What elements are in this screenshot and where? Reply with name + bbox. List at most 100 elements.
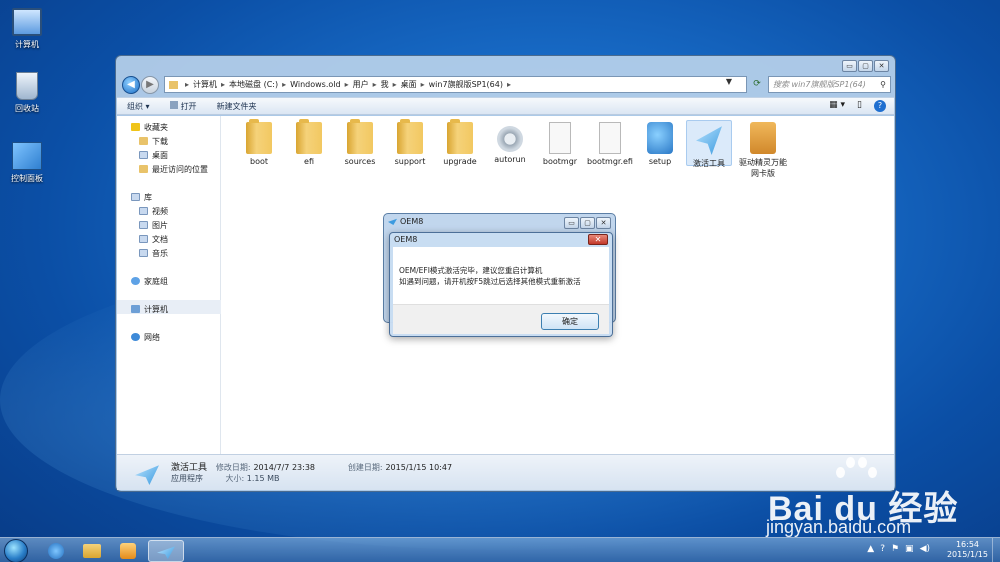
preview-pane-icon[interactable]: ▯ <box>857 100 862 112</box>
document-icon <box>139 235 148 243</box>
desktop-icon-recycle-bin[interactable]: 回收站 <box>2 72 52 114</box>
taskbar-app-oem8[interactable] <box>148 540 184 562</box>
refresh-icon[interactable]: ⟳ <box>749 76 765 93</box>
file-item-activation-tool[interactable]: 激活工具 <box>686 120 732 168</box>
downloads-icon <box>139 137 148 145</box>
chevron-down-icon[interactable]: ▼ <box>726 77 732 86</box>
oem8-message-dialog: OEM8 ✕ OEM/EFI模式激活完毕，建议您重启计算机 如遇到问题，请开机按… <box>389 232 613 337</box>
plane-icon <box>696 126 722 155</box>
breadcrumb-item[interactable]: 用户 <box>353 79 369 90</box>
nav-videos[interactable]: 视频 <box>139 206 168 217</box>
show-desktop-button[interactable] <box>992 538 1000 562</box>
gear-icon <box>497 126 523 152</box>
detail-created: 2015/1/15 10:47 <box>385 463 453 472</box>
view-controls: ▦ ▾ ▯ ? <box>829 100 886 112</box>
navigation-pane: 收藏夹 下载 桌面 最近访问的位置 库 视频 图片 文档 音乐 家庭组 计算机 … <box>117 116 221 454</box>
watermark-url: jingyan.baidu.com <box>766 517 912 537</box>
nav-documents[interactable]: 文档 <box>139 234 168 245</box>
maximize-button[interactable]: ▢ <box>580 217 595 229</box>
window-title: OEM8 <box>400 217 424 226</box>
file-item-driver-genius[interactable]: 驱动精灵万能网卡版 <box>737 122 789 179</box>
desktop-icon-control-panel[interactable]: 控制面板 <box>2 142 52 184</box>
breadcrumb-item[interactable]: win7旗舰版SP1(64) <box>429 79 503 90</box>
close-button[interactable]: ✕ <box>874 60 889 72</box>
file-item-support[interactable]: support <box>387 119 433 166</box>
detail-filename: 激活工具 <box>171 463 208 473</box>
close-button[interactable]: ✕ <box>588 234 608 245</box>
view-options-icon[interactable]: ▦ ▾ <box>829 100 845 112</box>
file-list: boot efi sources support upgrade autorun <box>234 119 794 180</box>
homegroup-icon <box>131 277 140 285</box>
breadcrumb-item[interactable]: 本地磁盘 (C:) <box>229 79 278 90</box>
file-item-setup[interactable]: setup <box>637 122 683 166</box>
dialog-title: OEM8 <box>394 235 418 244</box>
organize-button[interactable]: 组织 ▾ <box>117 101 160 112</box>
file-item-sources[interactable]: sources <box>337 119 383 166</box>
open-button[interactable]: 打开 <box>160 100 207 112</box>
volume-icon[interactable]: ◀) <box>920 544 930 554</box>
library-icon <box>131 193 140 201</box>
app-icon <box>388 218 397 225</box>
message-line: OEM/EFI模式激活完毕，建议您重启计算机 <box>399 266 543 275</box>
setup-icon <box>647 122 673 154</box>
desktop-icon-computer[interactable]: 计算机 <box>2 8 52 50</box>
breadcrumb-item[interactable]: 计算机 <box>193 79 217 90</box>
computer-icon <box>12 8 42 36</box>
ok-button[interactable]: 确定 <box>541 313 599 330</box>
maximize-button[interactable]: ▢ <box>858 60 873 72</box>
plane-icon <box>157 546 175 559</box>
file-item-upgrade[interactable]: upgrade <box>437 119 483 166</box>
dialog-footer: 确定 <box>393 304 609 334</box>
nav-recent[interactable]: 最近访问的位置 <box>139 164 208 175</box>
baidu-jingyan-watermark: Bai du 经验 jingyan.baidu.com <box>760 455 995 537</box>
search-input[interactable]: 搜索 win7旗舰版SP1(64) ⚲ <box>768 76 891 93</box>
taskbar-app-media-player[interactable] <box>110 540 146 562</box>
forward-button[interactable]: ▶ <box>141 76 159 94</box>
media-player-icon <box>120 543 136 559</box>
nav-desktop[interactable]: 桌面 <box>139 150 168 161</box>
file-icon <box>599 122 621 154</box>
minimize-button[interactable]: ▭ <box>842 60 857 72</box>
system-tray: ▲ ? ⚑ ▣ ◀) <box>867 544 930 554</box>
nav-pictures[interactable]: 图片 <box>139 220 168 231</box>
network-icon[interactable]: ▣ <box>905 544 914 554</box>
taskbar-app-explorer[interactable] <box>74 540 110 562</box>
start-button[interactable] <box>4 539 28 562</box>
clock-time: 16:54 <box>955 540 980 549</box>
address-bar[interactable]: ▸ 计算机 ▸ 本地磁盘 (C:) ▸ Windows.old ▸ 用户 ▸ 我 ▸ 桌面… <box>164 76 747 93</box>
back-button[interactable]: ◀ <box>122 76 140 94</box>
folder-icon <box>397 119 423 154</box>
close-button[interactable]: ✕ <box>596 217 611 229</box>
nav-libraries[interactable]: 库 <box>131 192 152 203</box>
plane-icon <box>135 465 159 485</box>
clock[interactable]: 16:54 2015/1/15 <box>947 540 988 560</box>
nav-network[interactable]: 网络 <box>131 332 160 343</box>
minimize-button[interactable]: ▭ <box>564 217 579 229</box>
box-icon <box>750 122 776 154</box>
file-item-boot[interactable]: boot <box>236 119 282 166</box>
file-item-bootmgr-efi[interactable]: bootmgr.efi <box>587 122 633 166</box>
help-icon[interactable]: ? <box>880 544 885 554</box>
breadcrumb-item[interactable]: 桌面 <box>401 79 417 90</box>
file-item-efi[interactable]: efi <box>286 119 332 166</box>
desktop-icon <box>139 151 148 159</box>
action-center-icon[interactable]: ⚑ <box>891 544 899 554</box>
nav-music[interactable]: 音乐 <box>139 248 168 259</box>
desktop-icon-label: 回收站 <box>15 104 39 113</box>
nav-downloads[interactable]: 下载 <box>139 136 168 147</box>
folder-icon <box>347 119 373 154</box>
help-icon[interactable]: ? <box>874 100 886 112</box>
breadcrumb-item[interactable]: Windows.old <box>290 80 340 89</box>
show-hidden-icons[interactable]: ▲ <box>867 544 874 554</box>
taskbar-app-ie[interactable] <box>38 540 74 562</box>
nav-favorites[interactable]: 收藏夹 <box>131 122 168 133</box>
recent-places-icon <box>139 165 148 173</box>
file-item-autorun[interactable]: autorun <box>487 122 533 164</box>
file-item-bootmgr[interactable]: bootmgr <box>537 122 583 166</box>
video-icon <box>139 207 148 215</box>
nav-computer[interactable]: 计算机 <box>131 304 168 315</box>
nav-homegroup[interactable]: 家庭组 <box>131 276 168 287</box>
open-icon <box>169 100 178 109</box>
breadcrumb-item[interactable]: 我 <box>381 79 389 90</box>
new-folder-button[interactable]: 新建文件夹 <box>207 101 267 112</box>
